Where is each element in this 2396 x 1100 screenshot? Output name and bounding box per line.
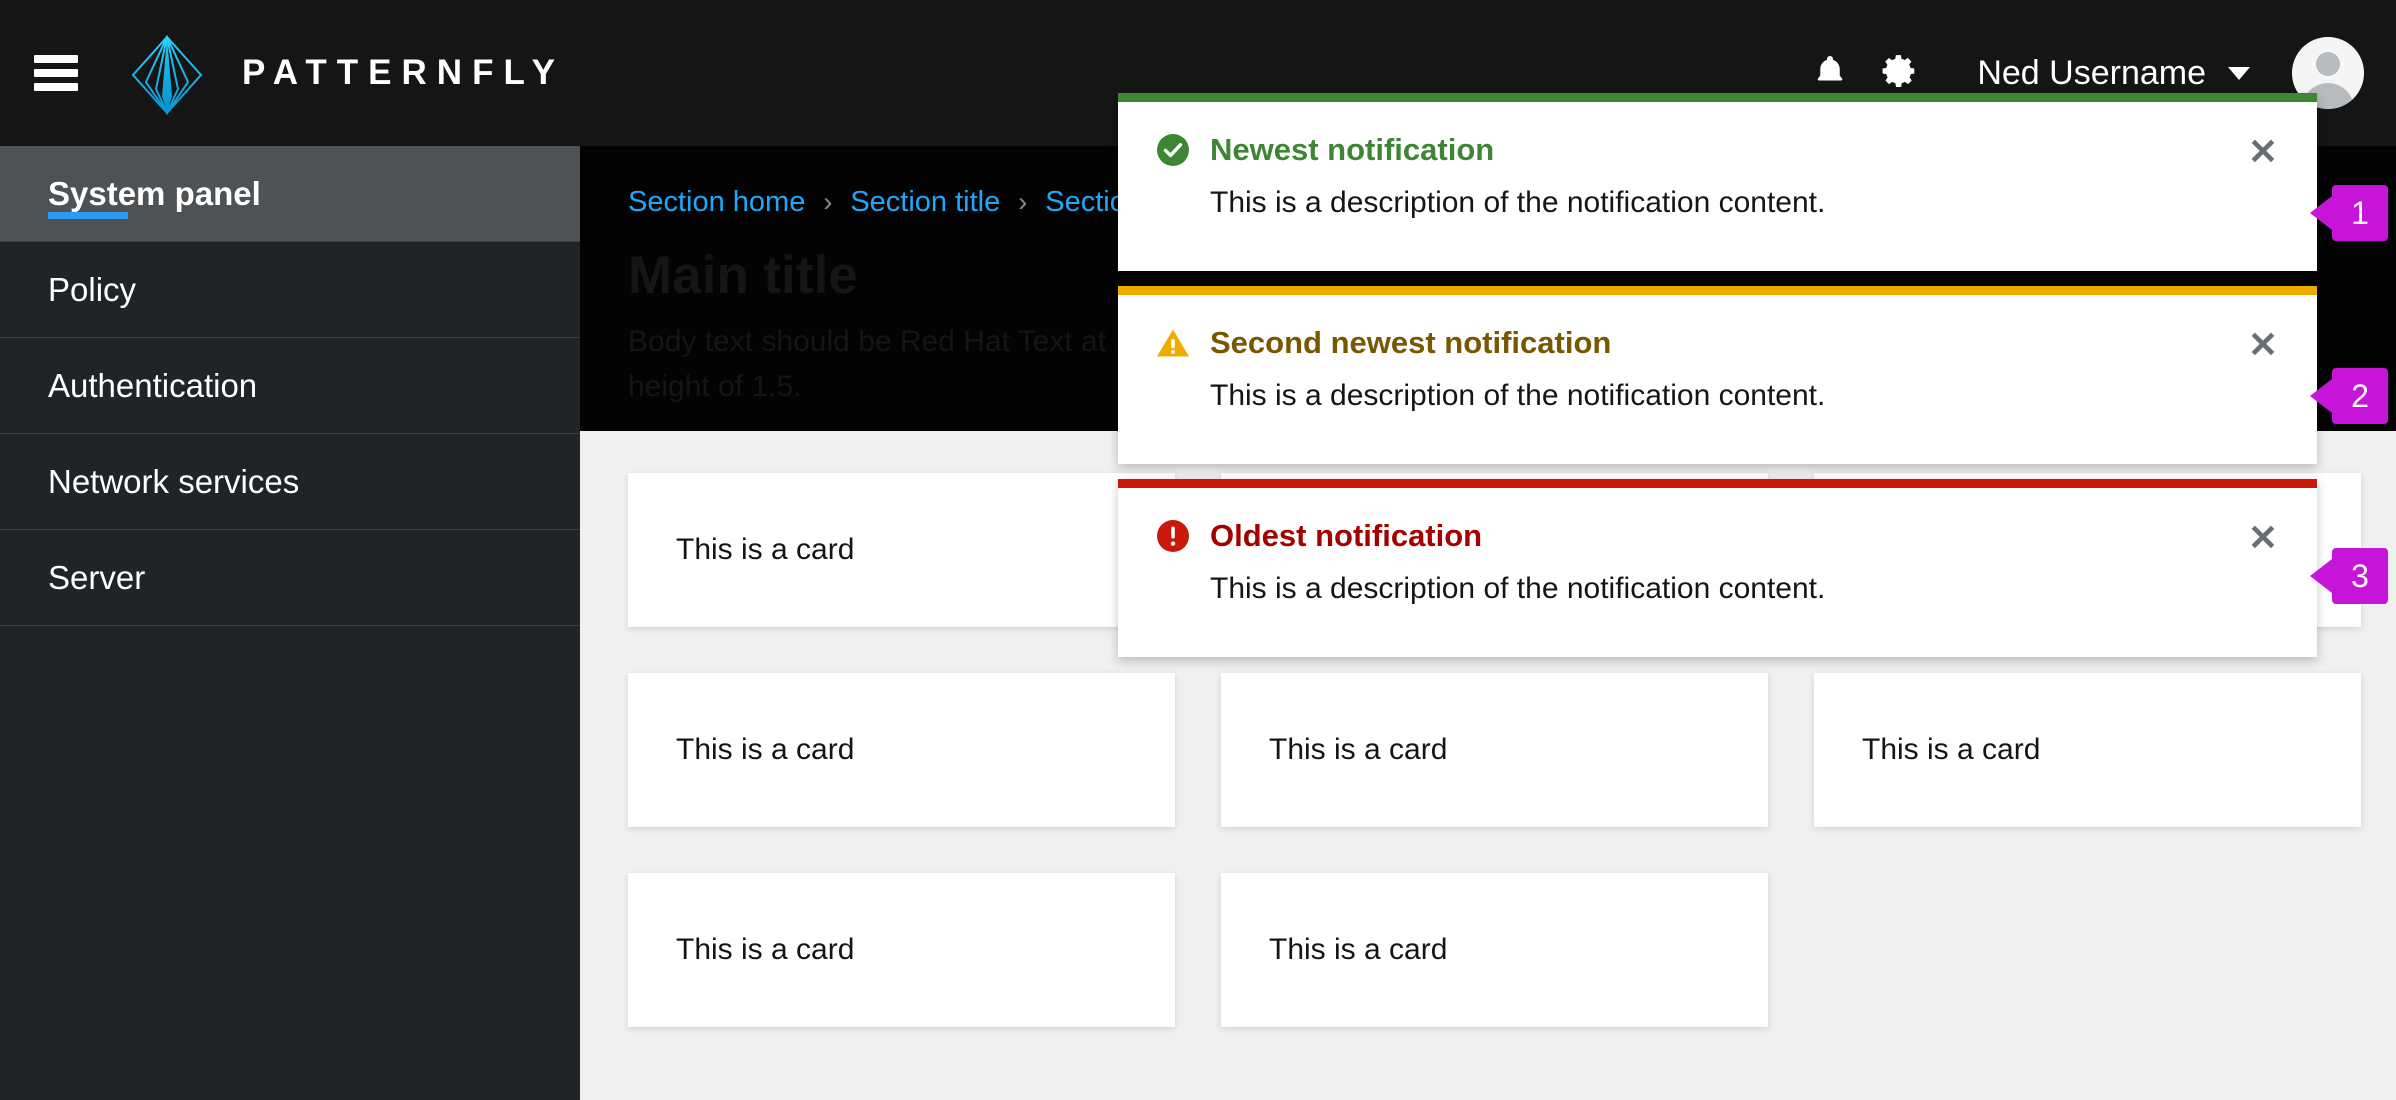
- card-title: This is a card: [1269, 933, 1448, 966]
- sidebar-item-label: Server: [48, 558, 146, 596]
- close-icon[interactable]: ✕: [2243, 518, 2283, 558]
- alert-title: Oldest notification: [1210, 518, 1483, 553]
- hamburger-bar: [34, 69, 78, 77]
- alert-success: Newest notification This is a descriptio…: [1118, 93, 2317, 271]
- brand-name: PATTERNFLY: [242, 53, 565, 92]
- sidebar-item-label: Policy: [48, 270, 137, 308]
- breadcrumb-item-section-title[interactable]: Section title: [850, 186, 1000, 219]
- alert-header: Newest notification: [1156, 132, 2279, 168]
- alert-title: Second newest notification: [1210, 325, 1612, 360]
- card-title: This is a card: [1269, 733, 1448, 766]
- nav-toggle-button[interactable]: [34, 55, 78, 91]
- user-menu-button[interactable]: Ned Username: [1977, 54, 2250, 93]
- card[interactable]: This is a card: [1221, 873, 1768, 1027]
- breadcrumb-separator-icon: ›: [1018, 187, 1028, 217]
- step-marker-number: 3: [2351, 557, 2369, 594]
- card[interactable]: This is a card: [628, 473, 1175, 627]
- card[interactable]: This is a card: [628, 873, 1175, 1027]
- step-marker-3: 3: [2332, 548, 2388, 604]
- application-window: PATTERNFLY Ned Username System panel Pol…: [0, 0, 2396, 1100]
- breadcrumb-item-section-home[interactable]: Section home: [628, 186, 805, 219]
- hamburger-bar: [34, 83, 78, 91]
- sidebar-navigation: System panel Policy Authentication Netwo…: [0, 146, 580, 1100]
- breadcrumb-separator-icon: ›: [823, 187, 833, 217]
- alert-description: This is a description of the notificatio…: [1210, 572, 1826, 605]
- sidebar-item-policy[interactable]: Policy: [0, 242, 580, 338]
- alert-header: Second newest notification: [1156, 325, 2279, 361]
- check-circle-icon: [1156, 133, 1190, 167]
- bell-icon: [1812, 53, 1848, 94]
- sidebar-item-network-services[interactable]: Network services: [0, 434, 580, 530]
- step-marker-number: 2: [2351, 377, 2369, 414]
- username-label: Ned Username: [1977, 53, 2206, 92]
- sidebar-item-label: Authentication: [48, 366, 258, 404]
- alert-description: This is a description of the notificatio…: [1210, 379, 1826, 412]
- alert-group: Newest notification This is a descriptio…: [1118, 93, 2317, 672]
- patternfly-logo-icon: [130, 34, 204, 116]
- sidebar-item-label: System panel: [48, 174, 261, 212]
- step-marker-2: 2: [2332, 368, 2388, 424]
- step-marker-number: 1: [2351, 194, 2369, 231]
- exclamation-triangle-icon: [1156, 326, 1190, 360]
- step-marker-1: 1: [2332, 185, 2388, 241]
- sidebar-item-authentication[interactable]: Authentication: [0, 338, 580, 434]
- alert-danger: Oldest notification This is a descriptio…: [1118, 479, 2317, 657]
- alert-warning: Second newest notification This is a des…: [1118, 286, 2317, 464]
- brand[interactable]: PATTERNFLY: [130, 34, 565, 116]
- sidebar-item-system-panel[interactable]: System panel: [0, 146, 580, 242]
- active-indicator: [48, 212, 128, 219]
- card-title: This is a card: [676, 533, 855, 566]
- sidebar-item-label: Network services: [48, 462, 300, 500]
- card-title: This is a card: [676, 933, 855, 966]
- card-title: This is a card: [676, 733, 855, 766]
- close-icon[interactable]: ✕: [2243, 132, 2283, 172]
- card[interactable]: This is a card: [1814, 673, 2361, 827]
- hamburger-bar: [34, 55, 78, 63]
- card-title: This is a card: [1862, 733, 2041, 766]
- close-icon[interactable]: ✕: [2243, 325, 2283, 365]
- card[interactable]: This is a card: [1221, 673, 1768, 827]
- card[interactable]: This is a card: [628, 673, 1175, 827]
- alert-description: This is a description of the notificatio…: [1210, 186, 1826, 219]
- chevron-down-icon: [2228, 66, 2250, 80]
- alert-title: Newest notification: [1210, 132, 1495, 167]
- gear-icon: [1881, 52, 1919, 95]
- alert-header: Oldest notification: [1156, 518, 2279, 554]
- sidebar-item-server[interactable]: Server: [0, 530, 580, 626]
- exclamation-circle-icon: [1156, 519, 1190, 553]
